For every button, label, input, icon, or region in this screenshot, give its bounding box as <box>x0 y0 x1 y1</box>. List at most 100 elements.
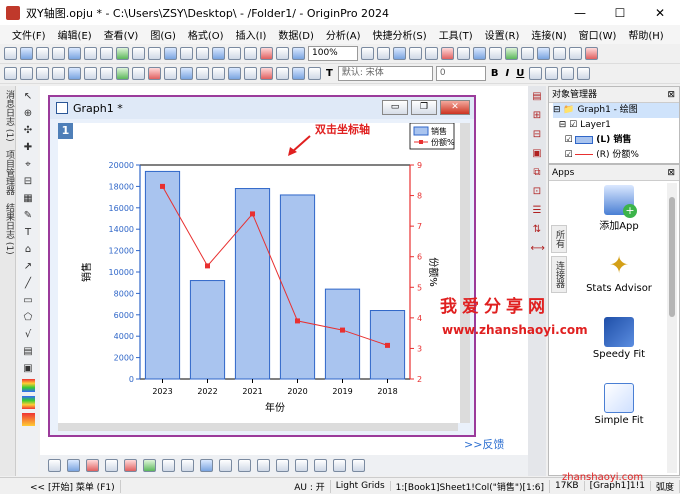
italic-button[interactable]: I <box>503 68 511 79</box>
undo-icon[interactable] <box>4 67 17 80</box>
template-library-icon[interactable] <box>200 459 213 472</box>
redo-icon[interactable] <box>20 67 33 80</box>
bar-mask-icon[interactable] <box>260 67 273 80</box>
pointer-icon[interactable]: ↖ <box>22 90 35 103</box>
bold-button[interactable]: B <box>489 68 501 79</box>
share-point-2019[interactable] <box>340 327 345 333</box>
command-window-icon[interactable] <box>521 47 534 60</box>
import-wizard-icon[interactable] <box>212 47 225 60</box>
app-add[interactable]: + 添加App <box>573 185 665 249</box>
rectangle-icon[interactable]: ▭ <box>22 294 35 307</box>
align-icon[interactable] <box>212 67 225 80</box>
layer-align-icon[interactable]: ☰ <box>531 204 544 217</box>
tree-item-graph[interactable]: ⊟ 📁 Graph1 - 绘图 <box>553 103 679 118</box>
add-axis-icon[interactable] <box>425 47 438 60</box>
print-icon[interactable] <box>361 47 374 60</box>
export-icon[interactable] <box>292 47 305 60</box>
status-angle[interactable]: 弧度 <box>651 479 680 493</box>
open-template-icon[interactable] <box>132 47 145 60</box>
menu-data[interactable]: 数据(D) <box>278 27 314 42</box>
code-builder-icon[interactable] <box>537 47 550 60</box>
dual-y-chart[interactable]: 0 2000 4000 6000 8000 10000 12000 14000 16000 180… <box>58 122 460 423</box>
bar-2020[interactable] <box>279 194 316 380</box>
annotation-icon[interactable]: ⌂ <box>22 243 35 256</box>
share-point-2020[interactable] <box>295 318 300 324</box>
bar-2023[interactable] <box>144 170 181 380</box>
import-icon[interactable] <box>196 47 209 60</box>
panel-pin-icon[interactable]: ⊠ <box>667 87 675 102</box>
share-point-2022[interactable] <box>205 263 210 269</box>
menu-connect[interactable]: 连接(N) <box>531 27 566 42</box>
layer-badge[interactable]: 1 <box>58 123 73 139</box>
text-icon[interactable]: T <box>22 226 35 239</box>
font-select[interactable]: 默认: 宋体 <box>337 66 433 81</box>
project-explorer-icon[interactable] <box>553 47 566 60</box>
arrange-left-icon[interactable] <box>36 67 49 80</box>
graph-vertical-scrollbar[interactable] <box>460 123 470 423</box>
stock-plot-icon[interactable] <box>314 459 327 472</box>
ungroup-icon[interactable] <box>164 67 177 80</box>
menu-window[interactable]: 窗口(W) <box>579 27 617 42</box>
bar-2022[interactable] <box>189 280 226 380</box>
draw-data-icon[interactable]: ✎ <box>22 209 35 222</box>
screen-reader-icon[interactable]: ✚ <box>22 141 35 154</box>
increase-font-icon[interactable] <box>577 67 591 80</box>
data-selector-icon[interactable]: ⊟ <box>22 175 35 188</box>
new-function-icon[interactable] <box>84 47 97 60</box>
share-point-2023[interactable] <box>160 183 165 189</box>
specialized-plot-icon[interactable] <box>219 459 232 472</box>
zoom-in-icon[interactable] <box>100 67 113 80</box>
menu-quick-analysis[interactable]: 快捷分析(S) <box>373 27 427 42</box>
import-excel-icon[interactable] <box>244 47 257 60</box>
graph-minimize-button[interactable]: ▭ <box>382 100 408 115</box>
font-size-select[interactable]: 0 <box>435 66 486 81</box>
zoom-out-icon[interactable] <box>116 67 129 80</box>
arrow-icon[interactable]: ↗ <box>22 260 35 273</box>
apps-scrollbar[interactable] <box>667 183 677 473</box>
tab-results-log[interactable]: 结果日志 (1) <box>0 199 16 259</box>
front-icon[interactable] <box>180 67 193 80</box>
timestamp-icon[interactable] <box>473 47 486 60</box>
scale-in-icon[interactable]: ✣ <box>22 124 35 137</box>
rescale-x-icon[interactable] <box>68 67 81 80</box>
refresh-icon[interactable] <box>260 47 273 60</box>
new-workbook-icon[interactable] <box>20 47 33 60</box>
data-reader-icon[interactable]: ⌖ <box>22 158 35 171</box>
graph-window[interactable]: Graph1 * ▭ ❐ ✕ 0 2000 4000 6000 8000 10000 120… <box>48 95 476 437</box>
menu-tools[interactable]: 工具(T) <box>439 27 473 42</box>
equation-icon[interactable]: √ <box>22 328 35 341</box>
maximize-button[interactable]: ☐ <box>600 0 640 25</box>
pie-plot-icon[interactable] <box>333 459 346 472</box>
add-right-axis-icon[interactable]: ⊞ <box>531 109 544 122</box>
new-matrix-icon[interactable] <box>52 47 65 60</box>
image-plot-icon[interactable] <box>352 459 365 472</box>
group-icon[interactable] <box>148 67 161 80</box>
menu-help[interactable]: 帮助(H) <box>628 27 663 42</box>
status-grid[interactable]: Light Grids <box>331 481 391 491</box>
ternary-plot-icon[interactable] <box>276 459 289 472</box>
tree-item-right-plot[interactable]: ☑ (R) 份额% <box>553 148 679 163</box>
polygon-icon[interactable]: ⬠ <box>22 311 35 324</box>
apps-gallery-icon[interactable] <box>569 47 582 60</box>
graph-close-button[interactable]: ✕ <box>440 100 470 115</box>
apps-tab-all[interactable]: 所有 <box>551 225 567 253</box>
add-inset-icon[interactable]: ▣ <box>531 147 544 160</box>
plot-setup-icon[interactable] <box>292 67 305 80</box>
menu-view[interactable]: 查看(V) <box>104 27 139 42</box>
tree-item-left-plot[interactable]: ☑ (L) 销售 <box>553 133 679 148</box>
duplicate-icon[interactable] <box>276 47 289 60</box>
app-stats-advisor[interactable]: ✦ Stats Advisor <box>573 251 665 315</box>
area-plot-icon[interactable] <box>143 459 156 472</box>
copy-page-icon[interactable] <box>377 47 390 60</box>
app-simple-fit[interactable]: Simple Fit <box>573 383 665 447</box>
text-tool-icon[interactable]: T <box>324 68 335 79</box>
close-button[interactable]: ✕ <box>640 0 680 25</box>
merge-graph-icon[interactable]: ⧉ <box>531 166 544 179</box>
menu-insert[interactable]: 插入(I) <box>236 27 267 42</box>
color-palette-icon[interactable] <box>21 379 35 392</box>
bar-2021[interactable] <box>234 188 271 380</box>
link-axis-icon[interactable]: ⟷ <box>531 242 545 255</box>
feedback-link[interactable]: >>反馈 <box>464 436 504 452</box>
results-log-icon[interactable] <box>505 47 518 60</box>
underline-button[interactable]: U <box>514 68 526 79</box>
